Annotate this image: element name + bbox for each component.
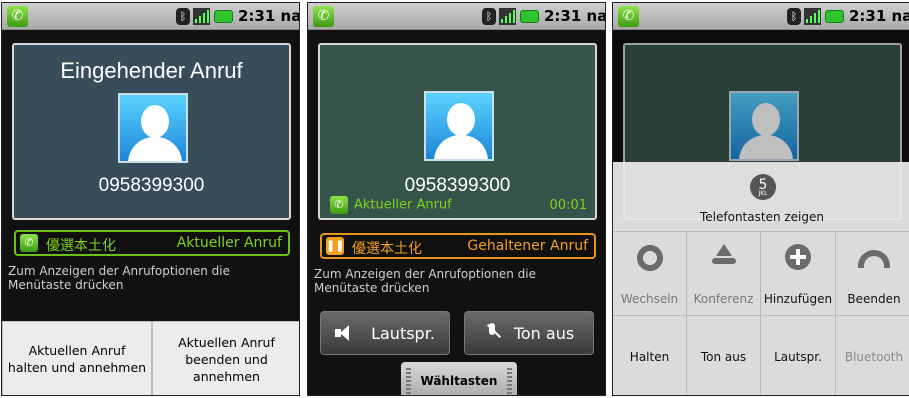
call-duration: 00:01 [549,198,587,213]
add-call-menu-item[interactable]: Hinzufügen [761,232,836,316]
mute-mic-icon [484,323,500,343]
status-bar: ✆ ᛒ 2:31 nachm. [308,3,605,30]
mute-label: Ton aus [513,323,575,343]
hold-menu-item[interactable]: Halten [613,316,687,395]
speaker-label: Lautspr. [371,323,435,343]
call-notification-icon: ✆ [618,6,639,27]
speaker-menu-item[interactable]: Lautspr. [761,316,836,395]
menu-hint: Zum Anzeigen der Anrufoptionen die Menüt… [314,267,536,295]
dialpad-5-icon: 5 JKL [750,174,776,200]
screen-incoming-call: ✆ ᛒ 2:31 nachm. Eingehender Anruf 095839… [1,2,300,396]
ongoing-call-status: Aktueller Anruf [176,235,282,251]
call-title: Eingehender Anruf [60,58,243,83]
call-state-row: ✆ Aktueller Anruf 00:01 [330,196,587,214]
caller-number: 0958399300 [98,175,205,196]
mute-menu-item[interactable]: Ton aus [687,316,761,395]
hold-and-answer-label: Aktuellen Anruf halten und annehmen [7,343,147,375]
swap-icon [633,244,666,272]
status-time: 2:31 nachm. [849,7,909,25]
status-bar: ✆ ᛒ 2:31 nachm. [613,3,909,30]
speaker-menu-label: Lautspr. [774,350,822,364]
status-bar: ✆ ᛒ 2:31 nachm. [2,3,299,30]
menu-hint: Zum Anzeigen der Anrufoptionen die Menüt… [8,264,230,292]
swap-menu-item[interactable]: Wechseln [613,232,687,316]
bluetooth-icon: ᛒ [176,8,190,25]
battery-icon [825,10,844,23]
bluetooth-menu-item[interactable]: Bluetooth [836,316,909,395]
end-call-label: Beenden [847,292,901,306]
bluetooth-icon: ᛒ [787,8,801,25]
swap-label: Wechseln [620,292,679,306]
grip-icon [507,368,512,394]
caller-card: Eingehender Anruf 0958399300 [12,43,291,220]
end-call-menu-item[interactable]: Beenden [836,232,909,316]
call-icon: ✆ [330,196,348,214]
held-caller-name: 優選本土化 [352,241,422,257]
speaker-icon [335,324,357,342]
contact-avatar-icon [118,93,188,163]
screen-active-call: ✆ ᛒ 2:31 nachm. 0958399300 ✆ Aktueller An… [307,2,606,396]
caller-number: 0958399300 [404,175,511,196]
status-time: 2:31 nachm. [238,7,299,25]
dialpad-label: Wähltasten [420,374,498,388]
contact-avatar-icon [424,91,494,161]
add-call-icon [785,244,811,270]
signal-icon [499,8,516,25]
bluetooth-menu-label: Bluetooth [844,350,904,364]
bluetooth-icon: ᛒ [482,8,496,25]
end-and-answer-button[interactable]: Aktuellen Anruf beenden und annehmen [152,321,299,395]
signal-icon [804,8,821,25]
options-menu: 5 JKL Telefontasten zeigen Wechseln Konfe… [613,162,909,395]
ongoing-caller-name: 優選本土化 [46,238,116,254]
hold-label: Halten [629,350,670,364]
merge-label: Konferenz [693,292,754,306]
speaker-button[interactable]: Lautspr. [320,311,450,355]
battery-icon [214,10,233,23]
held-call-status: Gehaltener Anruf [467,238,588,254]
badge-letters: JKL [758,190,768,197]
merge-calls-icon [708,244,740,272]
dialpad-handle[interactable]: Wähltasten [401,362,517,395]
end-and-answer-label: Aktuellen Anruf beenden und annehmen [178,334,275,384]
battery-icon [520,10,539,23]
mute-menu-label: Ton aus [700,350,747,364]
call-state-label: Aktueller Anruf [354,197,452,213]
dialpad-menu-label: Telefontasten zeigen [699,210,824,224]
add-call-label: Hinzufügen [763,292,833,306]
merge-menu-item[interactable]: Konferenz [687,232,761,316]
caller-card: 0958399300 ✆ Aktueller Anruf 00:01 [318,43,597,220]
call-icon: ✆ [20,234,38,252]
status-time: 2:31 nachm. [544,7,605,25]
call-notification-icon: ✆ [7,6,28,27]
dialpad-menu-item[interactable]: 5 JKL Telefontasten zeigen [613,162,909,232]
end-call-icon [858,250,890,268]
screen-call-menu: ✆ ᛒ 2:31 nachm. 5JKL Telefontasten zeige… [612,2,909,396]
held-call-bar[interactable]: ❚❚ 優選本土化 Gehaltener Anruf [320,233,596,259]
grip-icon [406,368,411,394]
signal-icon [193,8,210,25]
ongoing-call-bar: ✆ 優選本土化 Aktueller Anruf [14,230,290,256]
call-notification-icon: ✆ [313,6,334,27]
mute-button[interactable]: Ton aus [464,311,594,355]
pause-icon: ❚❚ [326,237,344,255]
hold-and-answer-button[interactable]: Aktuellen Anruf halten und annehmen [2,321,152,395]
